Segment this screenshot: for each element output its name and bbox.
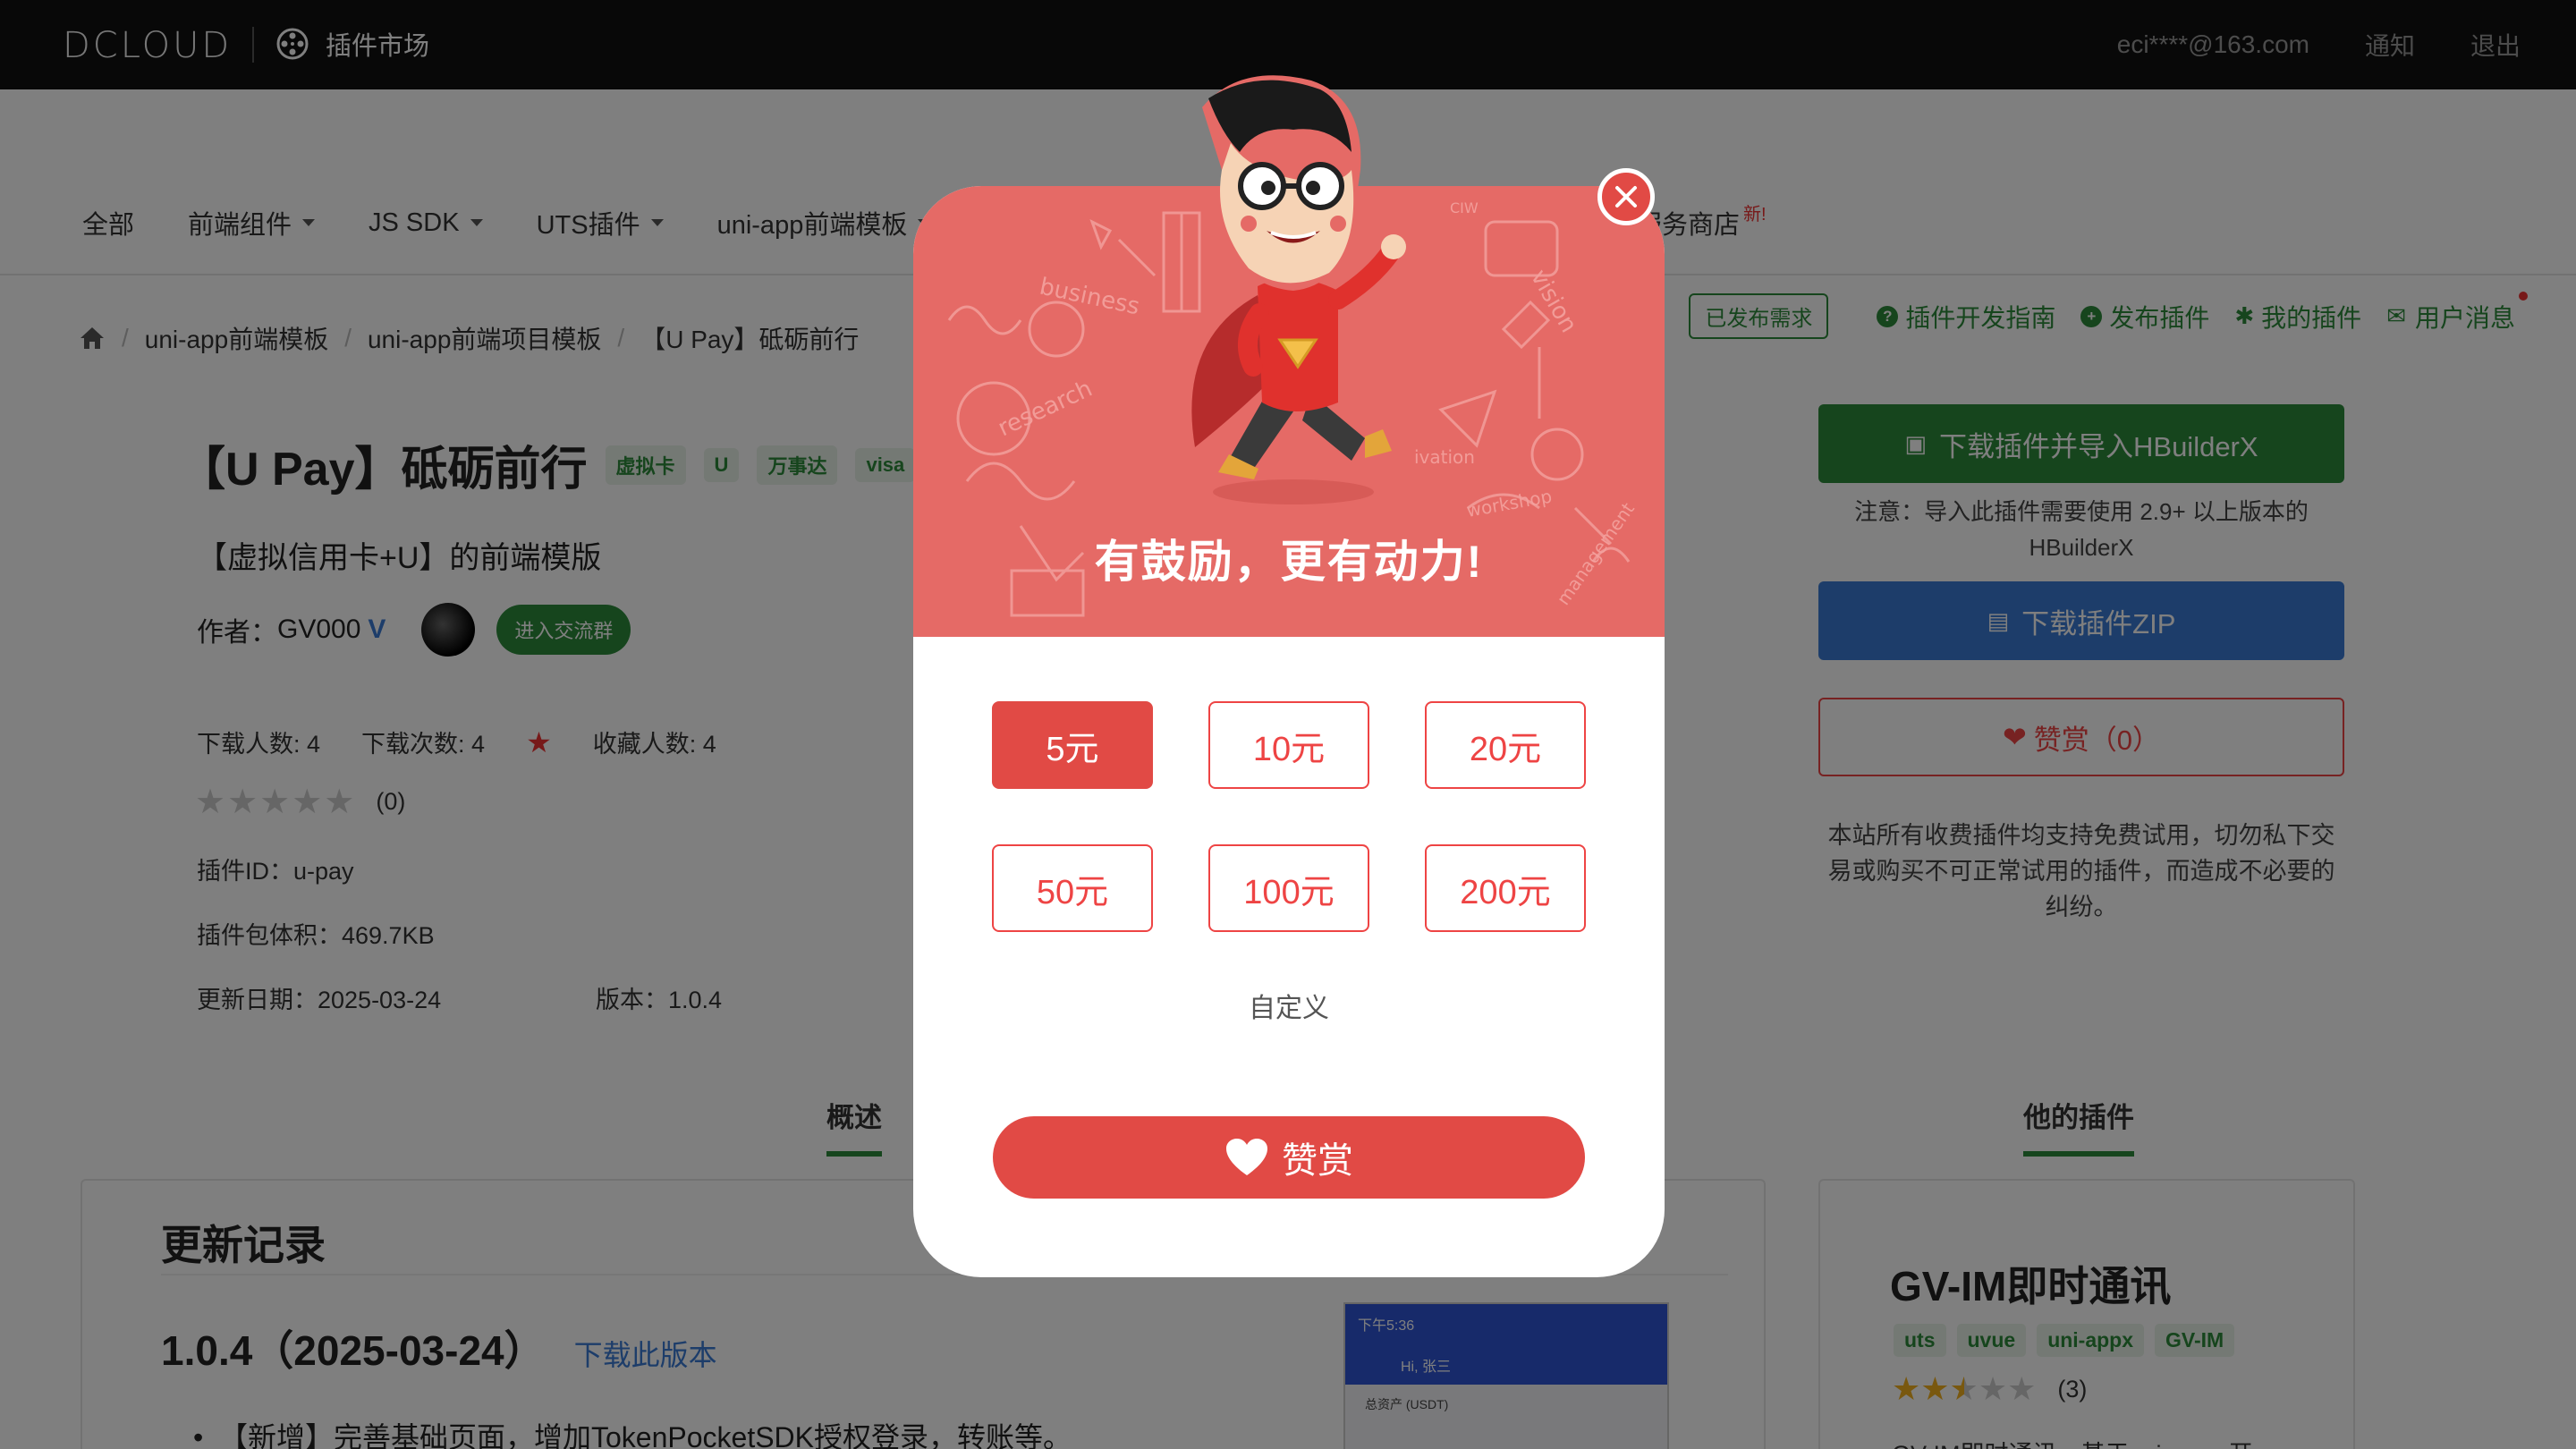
- amount-options: 5元 10元 20元 50元 100元 200元: [992, 701, 1586, 932]
- reward-submit-button[interactable]: 赞赏: [993, 1116, 1585, 1199]
- amount-option-button[interactable]: 200元: [1425, 844, 1586, 932]
- close-icon: [1615, 186, 1637, 208]
- reward-submit-label: 赞赏: [1282, 1141, 1353, 1181]
- doodle-word: business: [1038, 274, 1142, 321]
- close-modal-button[interactable]: [1597, 168, 1655, 225]
- doodle-word: workshop: [1465, 486, 1554, 521]
- heart-icon: [1226, 1139, 1267, 1175]
- amount-option-button[interactable]: 20元: [1425, 701, 1586, 789]
- doodle-word: vision: [1525, 266, 1582, 338]
- amount-option-button[interactable]: 100元: [1208, 844, 1369, 932]
- amount-option-button[interactable]: 5元: [992, 701, 1153, 789]
- modal-slogan: 有鼓励，更有动力!: [1094, 537, 1484, 587]
- amount-option-button[interactable]: 10元: [1208, 701, 1369, 789]
- custom-amount-link[interactable]: 自定义: [913, 986, 1665, 1025]
- doodle-word: CIW: [1450, 199, 1479, 216]
- superhero-mascot-illustration: [1191, 75, 1406, 504]
- amount-option-button[interactable]: 50元: [992, 844, 1153, 932]
